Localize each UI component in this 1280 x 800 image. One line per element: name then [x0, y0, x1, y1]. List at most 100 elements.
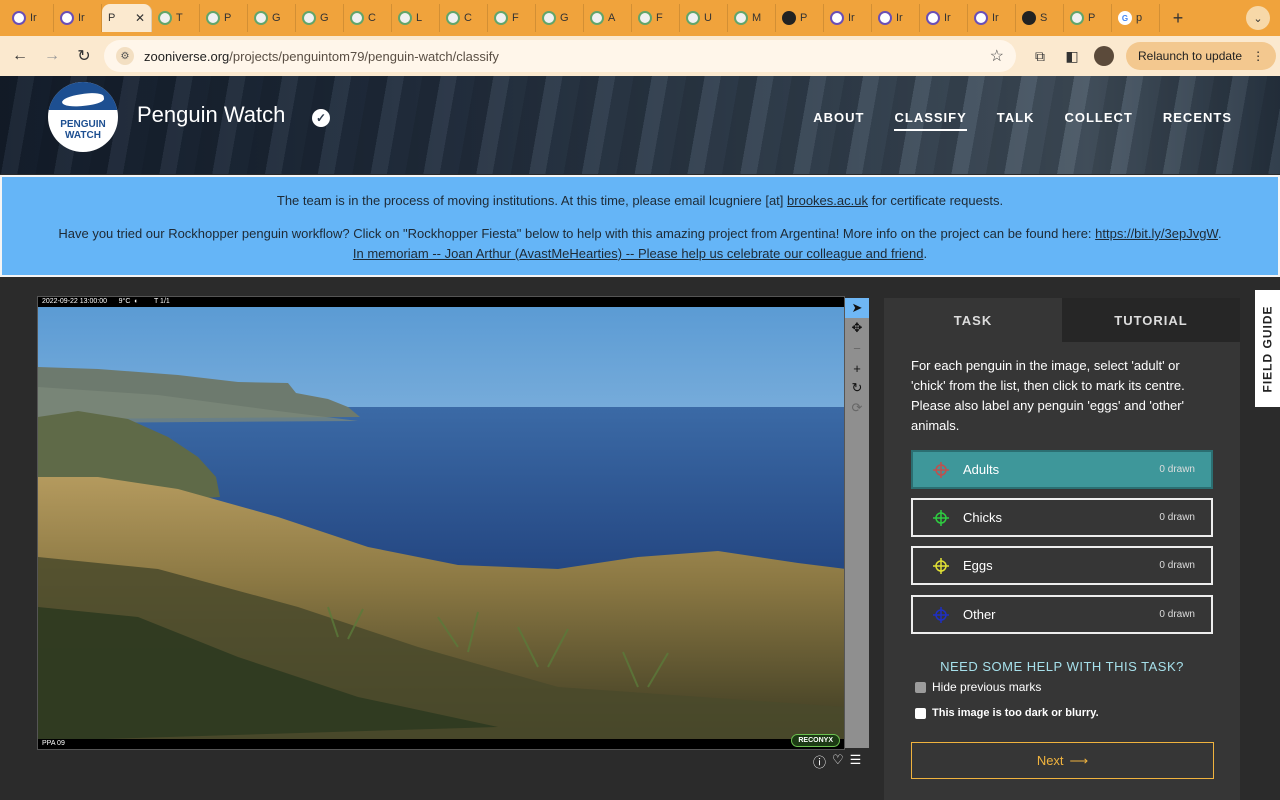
- browser-tab[interactable]: L: [392, 4, 440, 32]
- browser-tab[interactable]: F: [488, 4, 536, 32]
- hide-marks-label: Hide previous marks: [932, 680, 1042, 694]
- browser-tab[interactable]: C: [440, 4, 488, 32]
- subject-image[interactable]: [38, 307, 845, 741]
- browser-tab[interactable]: C: [344, 4, 392, 32]
- relaunch-button[interactable]: Relaunch to update ⋮: [1126, 42, 1277, 70]
- globe-icon: [350, 11, 364, 25]
- email-domain-link[interactable]: brookes.ac.uk: [787, 193, 868, 208]
- announcement-text: Have you tried our Rockhopper penguin wo…: [58, 226, 1096, 241]
- hide-marks-checkbox[interactable]: [915, 681, 926, 693]
- browser-tab[interactable]: M: [728, 4, 776, 32]
- address-bar[interactable]: ⚙ zooniverse.org /projects/penguintom79/…: [104, 40, 1016, 72]
- reload-button[interactable]: ↻: [68, 46, 100, 66]
- zooniverse-icon: [60, 11, 74, 25]
- arrow-right-icon: ⟶: [1069, 752, 1089, 768]
- choice-chicks[interactable]: Chicks 0 drawn: [911, 498, 1213, 537]
- tab-search-icon[interactable]: ⌄: [1246, 6, 1270, 30]
- collections-list-icon[interactable]: ☰: [850, 752, 862, 771]
- memoriam-link[interactable]: In memoriam -- Joan Arthur (AvastMeHeart…: [353, 246, 924, 261]
- bookmark-star-icon[interactable]: ☆: [990, 46, 1004, 66]
- dark-icon: [1022, 11, 1036, 25]
- profile-avatar[interactable]: [1094, 46, 1114, 66]
- hide-marks-row[interactable]: Hide previous marks: [915, 680, 1041, 694]
- browser-tab[interactable]: S: [1016, 4, 1064, 32]
- too-dark-row[interactable]: This image is too dark or blurry.: [915, 707, 1099, 719]
- nav-about[interactable]: ABOUT: [813, 110, 864, 131]
- new-tab-button[interactable]: +: [1166, 8, 1190, 29]
- task-instructions: For each penguin in the image, select 'a…: [911, 358, 1185, 433]
- browser-tab[interactable]: A: [584, 4, 632, 32]
- tab-label: S: [1040, 12, 1048, 24]
- nav-classify[interactable]: CLASSIFY: [894, 110, 967, 131]
- task-panel: TASK TUTORIAL For each penguin in the im…: [884, 298, 1240, 800]
- browser-tab[interactable]: Ir: [54, 4, 102, 32]
- choice-eggs[interactable]: Eggs 0 drawn: [911, 546, 1213, 585]
- rotate-icon[interactable]: ↻: [845, 378, 869, 398]
- camera-brand-logo: RECONYX: [791, 734, 840, 747]
- browser-tab[interactable]: U: [680, 4, 728, 32]
- nav-talk[interactable]: TALK: [997, 110, 1035, 131]
- tab-label: G: [272, 12, 281, 24]
- tab-tutorial[interactable]: TUTORIAL: [1062, 298, 1240, 342]
- back-button[interactable]: ←: [4, 47, 36, 65]
- globe-icon: [686, 11, 700, 25]
- close-tab-icon[interactable]: ✕: [135, 11, 145, 25]
- subject-actions: ⓘ ♡ ☰: [813, 752, 861, 771]
- browser-tab[interactable]: Ir: [824, 4, 872, 32]
- pan-move-icon[interactable]: ✥: [845, 318, 869, 338]
- subject-image-viewer[interactable]: 2022-09-22 13:00:00 9°C ◐ T 1/1 PPA 09 R…: [37, 296, 845, 750]
- favorite-heart-icon[interactable]: ♡: [832, 752, 844, 771]
- globe-icon: [542, 11, 556, 25]
- browser-tab[interactable]: P: [200, 4, 248, 32]
- globe-icon: [158, 11, 172, 25]
- task-help-link[interactable]: NEED SOME HELP WITH THIS TASK?: [884, 659, 1240, 674]
- choice-label: Chicks: [963, 510, 1003, 525]
- browser-tab[interactable]: P ✕: [102, 4, 152, 32]
- tab-label: Ir: [30, 12, 37, 24]
- info-icon[interactable]: ⓘ: [813, 752, 826, 771]
- zoom-in-icon[interactable]: +: [845, 358, 869, 378]
- choice-adults[interactable]: Adults 0 drawn: [911, 450, 1213, 489]
- announcement-banner: The team is in the process of moving ins…: [0, 175, 1280, 277]
- nav-collect[interactable]: COLLECT: [1064, 110, 1132, 131]
- browser-tab[interactable]: Ir: [872, 4, 920, 32]
- project-logo[interactable]: PENGUIN WATCH: [48, 82, 118, 152]
- crosshair-icon: [933, 461, 949, 478]
- extensions-icon[interactable]: ⧉: [1030, 46, 1050, 66]
- browser-tab[interactable]: Ir: [920, 4, 968, 32]
- tab-task[interactable]: TASK: [884, 298, 1062, 342]
- browser-tab[interactable]: G: [296, 4, 344, 32]
- browser-tab[interactable]: G: [248, 4, 296, 32]
- dark-icon: [782, 11, 796, 25]
- zoom-out-icon[interactable]: −: [845, 338, 869, 358]
- globe-icon: [398, 11, 412, 25]
- too-dark-checkbox[interactable]: [915, 707, 926, 719]
- browser-tab[interactable]: G: [536, 4, 584, 32]
- browser-tab[interactable]: T: [152, 4, 200, 32]
- pointer-icon[interactable]: ➤: [845, 298, 869, 318]
- browser-tab[interactable]: F: [632, 4, 680, 32]
- project-nav: ABOUT CLASSIFY TALK COLLECT RECENTS: [813, 110, 1232, 131]
- tab-label: F: [512, 12, 519, 24]
- more-menu-icon[interactable]: ⋮: [1252, 49, 1264, 63]
- field-guide-tab[interactable]: FIELD GUIDE: [1255, 290, 1280, 407]
- zooniverse-icon: [926, 11, 940, 25]
- project-title[interactable]: Penguin Watch: [137, 102, 285, 128]
- next-button[interactable]: Next ⟶: [911, 742, 1214, 779]
- rockhopper-link[interactable]: https://bit.ly/3epJvgW: [1095, 226, 1218, 241]
- side-panel-icon[interactable]: ◧: [1062, 46, 1082, 66]
- browser-tab[interactable]: P: [776, 4, 824, 32]
- forward-button[interactable]: →: [36, 47, 68, 65]
- nav-recents[interactable]: RECENTS: [1163, 110, 1232, 131]
- browser-tab[interactable]: P: [1064, 4, 1112, 32]
- verified-check-icon: ✓: [312, 109, 330, 127]
- reset-view-icon[interactable]: ⟳: [845, 398, 869, 418]
- choice-other[interactable]: Other 0 drawn: [911, 595, 1213, 634]
- site-info-icon[interactable]: ⚙: [116, 47, 134, 65]
- browser-tab[interactable]: Gp: [1112, 4, 1160, 32]
- choice-label: Eggs: [963, 558, 993, 573]
- tab-label: T: [176, 12, 183, 24]
- browser-tab[interactable]: Ir: [6, 4, 54, 32]
- too-dark-label: This image is too dark or blurry.: [932, 707, 1099, 719]
- browser-tab[interactable]: Ir: [968, 4, 1016, 32]
